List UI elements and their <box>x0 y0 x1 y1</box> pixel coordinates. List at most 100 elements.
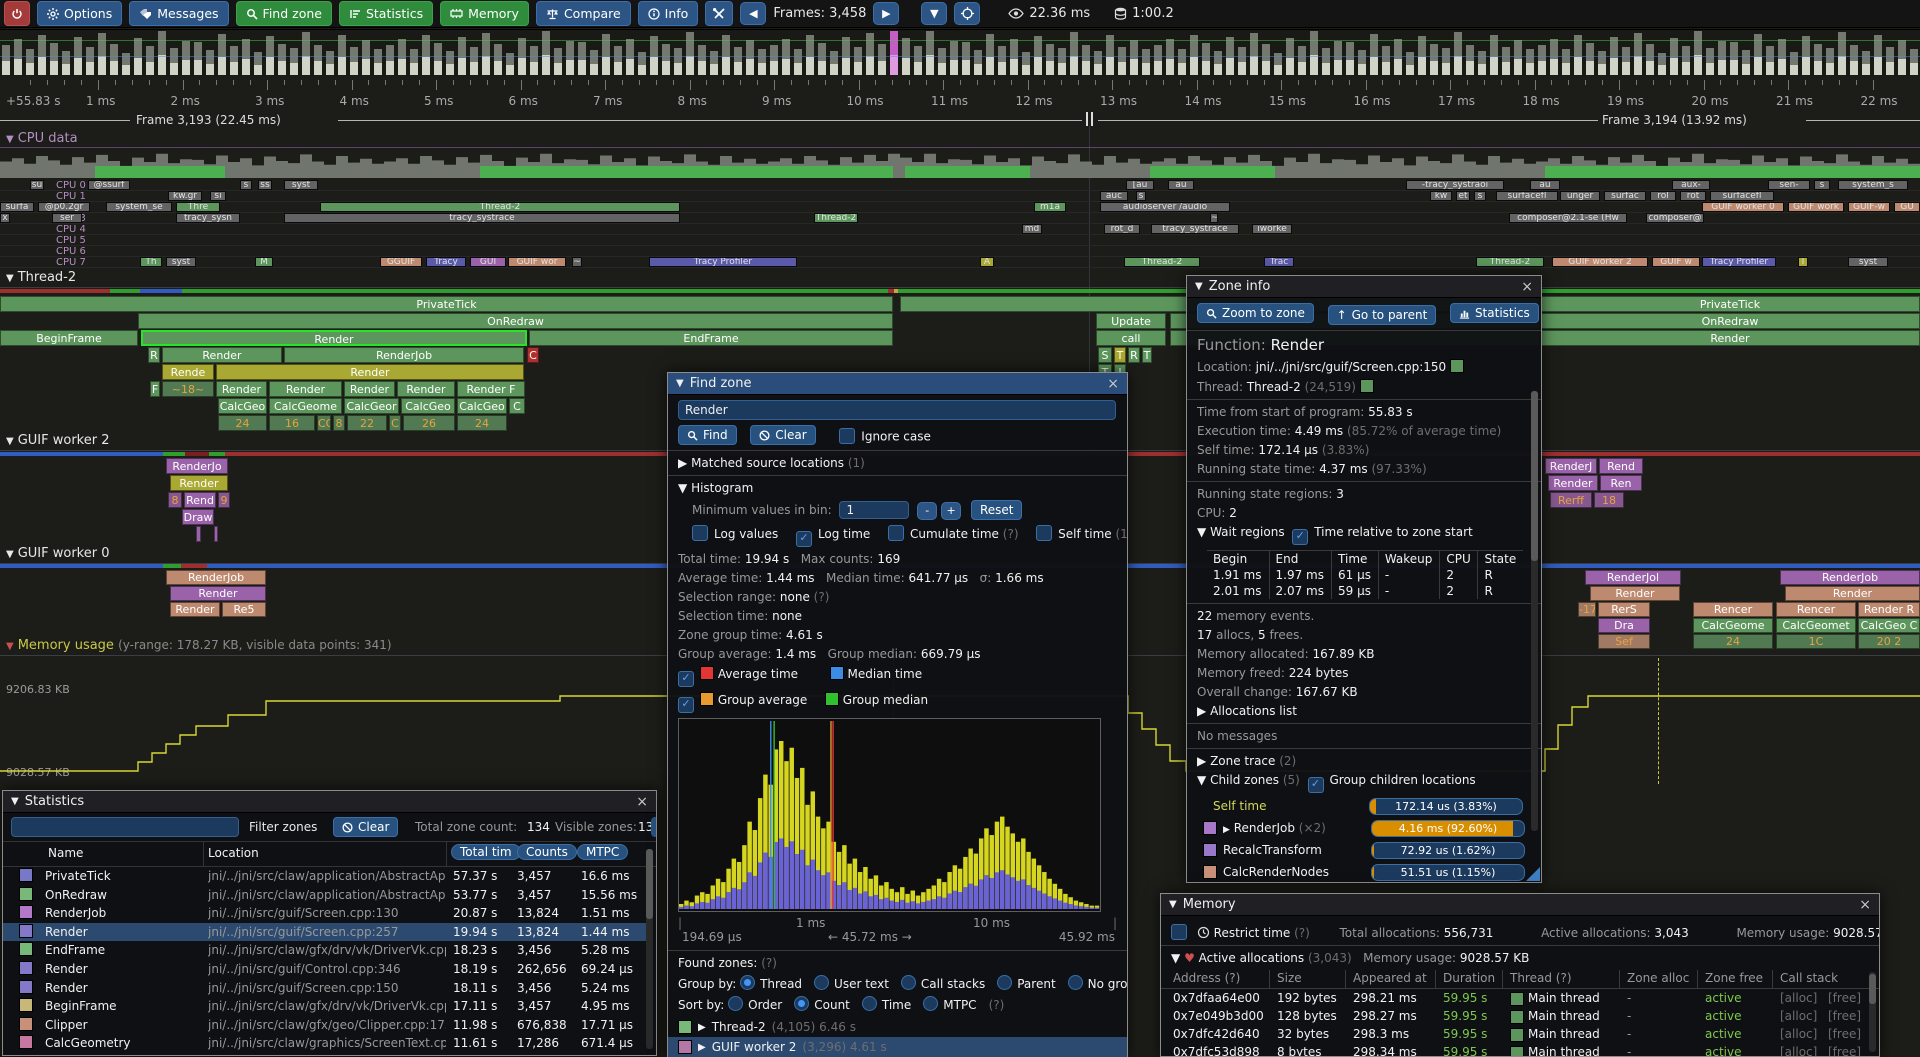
cpu-zone[interactable]: GU <box>1894 202 1920 212</box>
cpu-zone[interactable]: rot <box>1680 191 1706 201</box>
statistics-row[interactable]: Renderjni/../jni/src/guif/Screen.cpp:257… <box>3 923 648 941</box>
frame-bar[interactable] <box>38 35 46 75</box>
zone-selected[interactable]: Render <box>141 330 527 346</box>
close-icon[interactable]: × <box>636 794 648 810</box>
frame-bar[interactable] <box>746 40 754 75</box>
cpu-zone[interactable]: syst <box>166 257 196 267</box>
frame-bar[interactable] <box>710 51 718 75</box>
cpu-zone[interactable]: si <box>210 191 226 201</box>
collapse-arrow-icon[interactable]: ▼ <box>676 378 684 389</box>
expand-arrow-icon[interactable]: ▶ <box>678 456 687 470</box>
zone[interactable]: C <box>527 347 539 363</box>
memory-col-address[interactable]: Address (?) <box>1173 971 1240 985</box>
frame-bar[interactable] <box>1694 31 1702 75</box>
zone[interactable]: CalcGeor <box>344 398 399 414</box>
frame-bar[interactable] <box>1850 45 1858 75</box>
frame-bar[interactable] <box>1490 35 1498 75</box>
cpu-zone[interactable]: I <box>1798 257 1808 267</box>
expand-arrow-icon[interactable]: ▶ <box>1197 754 1206 768</box>
frame-bar[interactable] <box>314 45 322 75</box>
cpu-zone[interactable]: GUIF worker 2 <box>1552 257 1648 267</box>
frame-bar[interactable] <box>566 41 574 75</box>
cpu-zone[interactable]: GUIF-w <box>1848 202 1890 212</box>
zone[interactable]: CC <box>317 415 331 431</box>
go-to-parent-button[interactable]: ↑Go to parent <box>1328 305 1437 325</box>
frame-bar[interactable] <box>1910 49 1918 75</box>
cpu-zone[interactable]: md <box>1022 224 1042 234</box>
wait-regions-header[interactable]: Wait regions <box>1210 525 1285 539</box>
cpu-zone[interactable]: aux- <box>1672 180 1710 190</box>
frame-bar[interactable] <box>914 46 922 75</box>
frame-bar[interactable] <box>1682 46 1690 75</box>
frame-bar[interactable] <box>1538 45 1546 75</box>
frame-bar[interactable] <box>230 46 238 75</box>
zone[interactable]: EndFrame <box>529 330 893 346</box>
clear-button[interactable]: Clear <box>750 425 815 445</box>
frame-bar[interactable] <box>1190 35 1198 75</box>
frame-bar[interactable] <box>1430 44 1438 75</box>
cpu-zone[interactable]: composer@2.1-se (Hw <box>1509 213 1627 223</box>
frame-bar[interactable] <box>1382 46 1390 75</box>
collapse-arrow-icon[interactable]: ▼ <box>678 481 687 495</box>
cpu-zone[interactable]: Tracy Profiler <box>1702 257 1776 267</box>
zone[interactable]: 8 <box>333 415 345 431</box>
cpu-zone[interactable]: ~ <box>572 257 582 267</box>
frame-bar[interactable] <box>1562 49 1570 75</box>
frame-bar[interactable] <box>434 43 442 75</box>
source-color-swatch[interactable] <box>1450 359 1464 373</box>
zone[interactable]: 24 <box>1693 634 1773 649</box>
clear-filter-button[interactable]: Clear <box>333 817 398 837</box>
frame-bar[interactable] <box>86 47 94 75</box>
frame-bar[interactable] <box>1514 40 1522 75</box>
relative-time-checkbox[interactable] <box>1292 529 1308 545</box>
frame-bar[interactable] <box>290 48 298 75</box>
find-zone-titlebar[interactable]: ▼ Find zone × <box>668 373 1127 395</box>
matched-source-locations[interactable]: Matched source locations <box>691 456 844 470</box>
memory-titlebar[interactable]: ▼ Memory × <box>1161 894 1879 916</box>
frame-bar[interactable] <box>1526 49 1534 75</box>
clipped-button[interactable] <box>651 817 657 837</box>
zone[interactable]: Render <box>170 586 266 601</box>
cpu-zone[interactable]: s <box>1474 191 1486 201</box>
next-frame-button[interactable]: ▶ <box>873 2 899 25</box>
frame-bar[interactable] <box>398 39 406 75</box>
cpu-data-header[interactable]: ▼CPU data <box>6 131 78 146</box>
frame-bar[interactable] <box>26 49 34 75</box>
cpu-zone[interactable]: tracy_sysn <box>176 213 240 223</box>
memory-usage-header[interactable]: ▼Memory usage (y-range: 178.27 KB, visib… <box>6 638 392 653</box>
zone[interactable]: RerS <box>1598 602 1650 617</box>
frame-bar[interactable] <box>326 51 334 75</box>
frame-bar[interactable] <box>854 47 862 75</box>
child-zone-row[interactable]: ▶ RenderJob (×2)4.16 ms (92.60%) <box>1203 820 1531 837</box>
frame-bar[interactable] <box>386 45 394 75</box>
zone[interactable]: Render <box>170 602 220 617</box>
frame-bar[interactable] <box>374 49 382 75</box>
found-zone-group[interactable]: ▶GUIF worker 2(3,296) 4.61 s <box>668 1037 1127 1057</box>
frame-bar[interactable] <box>1214 51 1222 75</box>
zone[interactable]: R <box>148 347 160 363</box>
statistics-row[interactable]: PrivateTickjni/../jni/src/claw/applicati… <box>3 867 648 885</box>
frame-bar[interactable] <box>1310 31 1318 75</box>
frame-bar[interactable] <box>14 39 22 75</box>
frame-bar[interactable] <box>62 51 70 75</box>
zone[interactable]: Rencer <box>1693 602 1773 617</box>
zone[interactable]: BeginFrame <box>0 330 138 346</box>
frame-bar[interactable] <box>1166 39 1174 75</box>
frame-bar[interactable] <box>350 47 358 75</box>
zone[interactable]: Update <box>1096 313 1166 329</box>
decrement-button[interactable]: - <box>917 502 937 520</box>
frame-bar[interactable] <box>926 31 934 75</box>
thread-color-swatch[interactable] <box>1360 379 1374 393</box>
filter-zones-input[interactable] <box>11 817 239 837</box>
frame-bar[interactable] <box>722 35 730 75</box>
collapse-arrow-icon[interactable]: ▼ <box>1195 281 1203 292</box>
zone[interactable]: 18 <box>1594 492 1624 508</box>
power-button[interactable] <box>4 1 30 26</box>
group-by-call-stacks[interactable]: Call stacks <box>901 977 985 991</box>
cpu-zone[interactable]: et <box>1456 191 1470 201</box>
frame-bar[interactable] <box>614 46 622 75</box>
frame-bar[interactable] <box>158 31 166 75</box>
zone[interactable]: Render <box>162 347 282 363</box>
cpu-zone[interactable]: GGUIF <box>380 257 422 267</box>
frame-bar[interactable] <box>1646 44 1654 75</box>
